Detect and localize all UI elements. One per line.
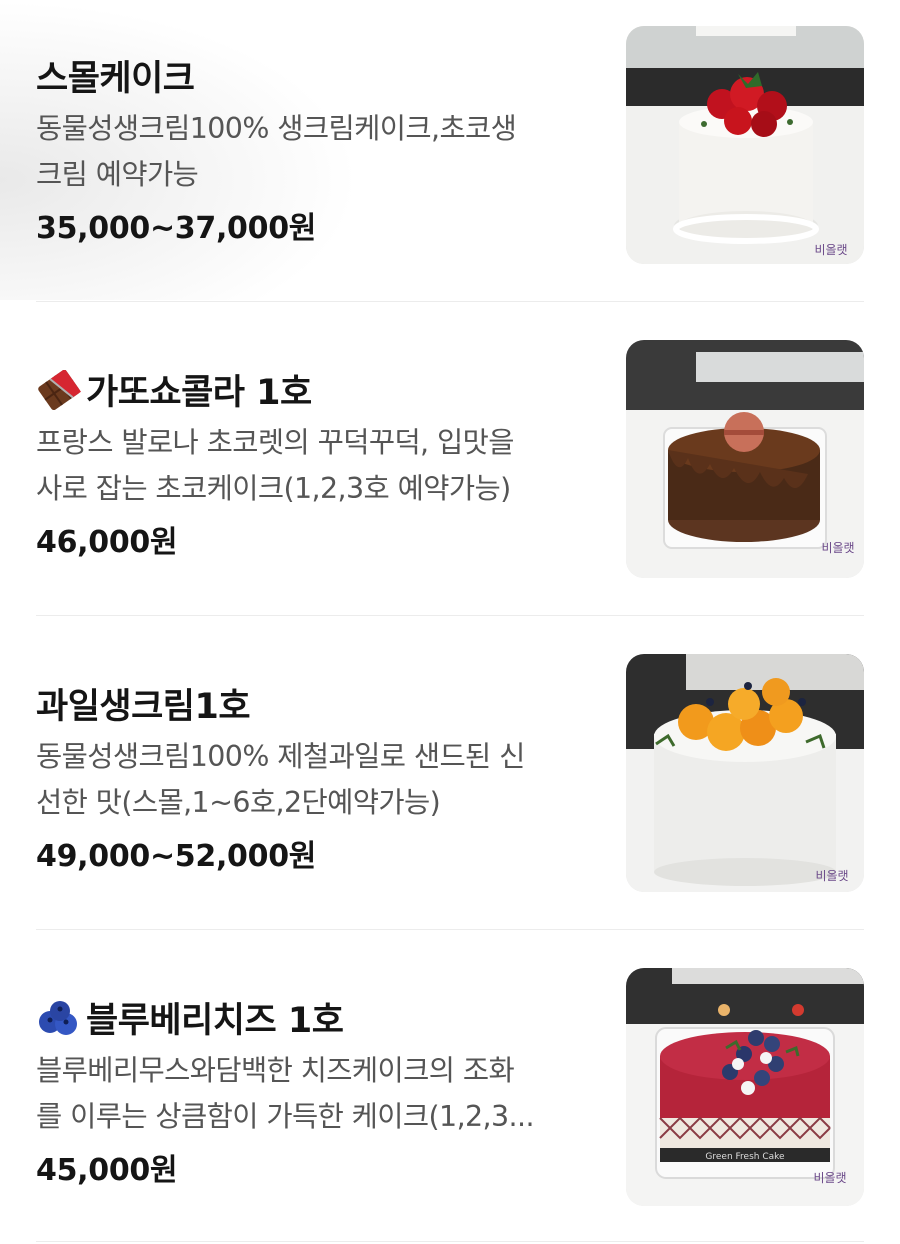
menu-item-fruit-cream-cake[interactable]: 과일생크림1호 동물성생크림100% 제철과일로 샌드된 신 선한 맛(스몰,1…: [36, 654, 864, 930]
divider: [36, 301, 864, 302]
brand-stamp: 비올랫: [821, 541, 854, 555]
fruit-cream-cake-photo: 비올랫: [626, 654, 864, 892]
menu-item-photo[interactable]: 비올랫: [626, 26, 864, 264]
menu-item-name: 가또쇼콜라 1호: [36, 364, 312, 415]
menu-item-description: 동물성생크림100% 제철과일로 샌드된 신 선한 맛(스몰,1~6호,2단예약…: [36, 734, 596, 826]
description-line: 동물성생크림100% 제철과일로 샌드된 신: [36, 740, 525, 773]
menu-item-description: 블루베리무스와담백한 치즈케이크의 조화 를 이루는 상큼함이 가득한 케이크(…: [36, 1048, 596, 1140]
menu-item-price: 49,000~52,000원: [36, 839, 317, 874]
description-line: 동물성생크림100% 생크림케이크,초코생: [36, 112, 517, 145]
menu-item-photo[interactable]: Green Fresh Cake 비올랫: [626, 968, 864, 1206]
brand-stamp: 비올랫: [813, 1171, 846, 1185]
description-line: 크림 예약가능: [36, 158, 199, 191]
menu-item-photo[interactable]: 비올랫: [626, 654, 864, 892]
description-line: 블루베리무스와담백한 치즈케이크의 조화: [36, 1054, 515, 1087]
menu-item-price: 46,000원: [36, 525, 178, 560]
brand-stamp: 비올랫: [815, 869, 848, 883]
menu-item-blueberry-cheese[interactable]: 블루베리치즈 1호 블루베리무스와담백한 치즈케이크의 조화 를 이루는 상큼함…: [36, 968, 864, 1244]
divider: [36, 1241, 864, 1242]
menu-item-name-text: 가또쇼콜라 1호: [86, 373, 312, 413]
divider: [36, 929, 864, 930]
menu-item-price: 35,000~37,000원: [36, 211, 317, 246]
divider: [36, 615, 864, 616]
description-line: 를 이루는 상큼함이 가득한 케이크(1,2,3...: [36, 1100, 535, 1133]
chocolate-bar-icon: [38, 369, 81, 410]
menu-item-gateau-chocolat[interactable]: 가또쇼콜라 1호 프랑스 발로나 초코렛의 꾸덕꾸덕, 입맛을 사로 잡는 초코…: [36, 340, 864, 616]
strawberry-cream-cake-photo: 비올랫: [626, 26, 864, 264]
menu-item-photo[interactable]: 비올랫: [626, 340, 864, 578]
box-label: Green Fresh Cake: [705, 1152, 785, 1162]
description-line: 사로 잡는 초코케이크(1,2,3호 예약가능): [36, 472, 511, 505]
chocolate-cake-photo: 비올랫: [626, 340, 864, 578]
menu-item-price: 45,000원: [36, 1153, 178, 1188]
menu-item-name: 블루베리치즈 1호: [36, 992, 344, 1043]
brand-stamp: 비올랫: [814, 243, 847, 257]
menu-item-description: 프랑스 발로나 초코렛의 꾸덕꾸덕, 입맛을 사로 잡는 초코케이크(1,2,3…: [36, 420, 596, 512]
menu-item-name: 스몰케이크: [36, 59, 195, 99]
menu-item-name-text: 블루베리치즈 1호: [86, 1001, 344, 1041]
description-line: 선한 맛(스몰,1~6호,2단예약가능): [36, 786, 441, 819]
description-line: 프랑스 발로나 초코렛의 꾸덕꾸덕, 입맛을: [36, 426, 514, 459]
menu-list: 스몰케이크 동물성생크림100% 생크림케이크,초코생 크림 예약가능 35,0…: [0, 0, 900, 1244]
menu-item-description: 동물성생크림100% 생크림케이크,초코생 크림 예약가능: [36, 106, 596, 198]
menu-item-small-cake[interactable]: 스몰케이크 동물성생크림100% 생크림케이크,초코생 크림 예약가능 35,0…: [36, 26, 864, 302]
blueberries-icon: [39, 1000, 77, 1035]
blueberry-cheesecake-photo: Green Fresh Cake 비올랫: [626, 968, 864, 1206]
menu-item-name: 과일생크림1호: [36, 687, 251, 727]
